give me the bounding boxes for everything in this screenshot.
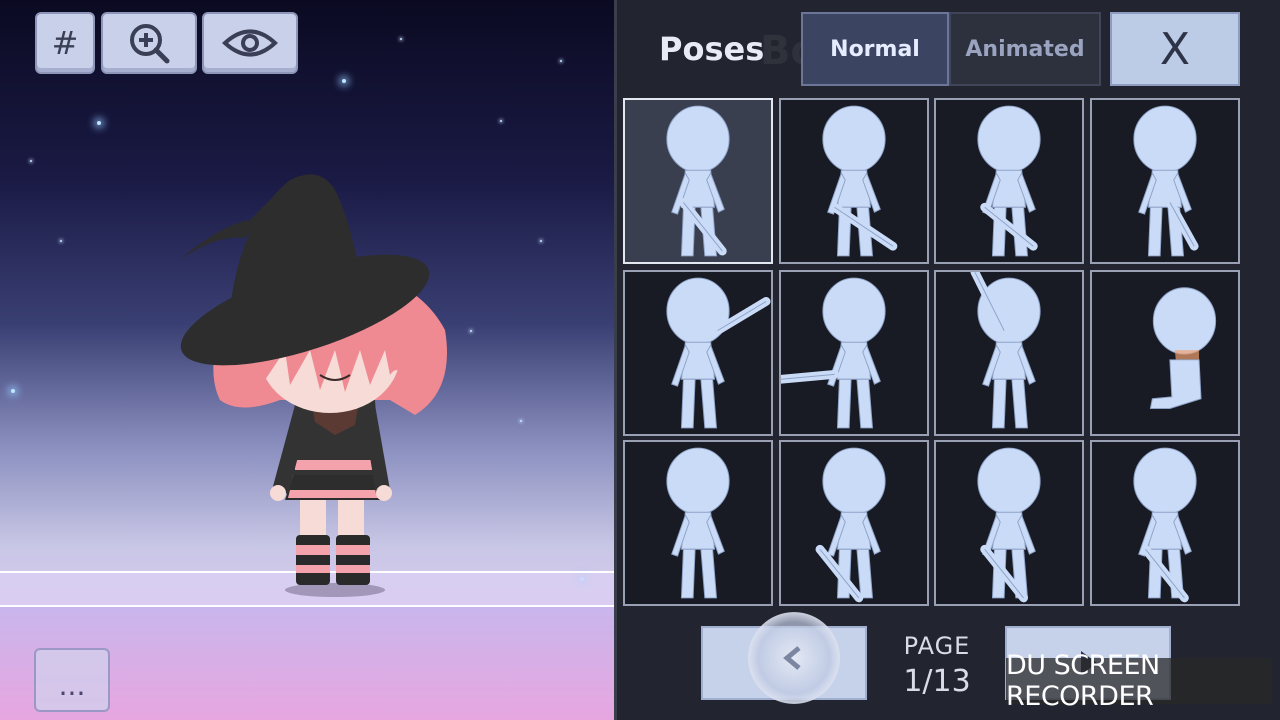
panel-divider: [614, 0, 617, 720]
pose-item[interactable]: [779, 98, 929, 264]
pose-item[interactable]: [623, 98, 773, 264]
star-icon: [540, 240, 542, 242]
more-options-button[interactable]: ...: [34, 648, 110, 712]
zoom-button[interactable]: [101, 12, 197, 74]
close-button[interactable]: X: [1110, 12, 1240, 86]
pose-kneeling-icon: [1149, 287, 1217, 409]
chevron-left-icon: [783, 646, 801, 670]
tab-animated[interactable]: Animated: [949, 12, 1101, 86]
pose-sword-crossed-icon: [977, 105, 1041, 257]
page-label: PAGE: [903, 632, 971, 660]
character-avatar[interactable]: [160, 160, 460, 600]
eye-icon: [222, 29, 278, 57]
panel-title: Poses: [659, 30, 765, 68]
star-icon: [60, 240, 62, 242]
pose-standing-sword-down-icon: [666, 105, 730, 257]
pose-item[interactable]: [623, 270, 773, 436]
pose-item[interactable]: [779, 440, 929, 606]
pose-walking-sword-icon: [1133, 105, 1199, 257]
pose-item[interactable]: [779, 270, 929, 436]
pose-sword-overhead-icon: [970, 272, 1041, 429]
pose-hands-on-hips-icon: [666, 447, 730, 599]
pose-item[interactable]: [1090, 98, 1240, 264]
hash-icon: #: [51, 24, 79, 62]
pose-sword-stride-icon: [1133, 447, 1197, 603]
pose-item[interactable]: [1090, 440, 1240, 606]
star-icon: [470, 330, 472, 332]
tab-normal[interactable]: Normal: [801, 12, 949, 86]
star-icon: [30, 160, 32, 162]
pose-sword-wave-icon: [815, 447, 886, 603]
star-icon: [97, 121, 101, 125]
pose-item[interactable]: [934, 270, 1084, 436]
pose-item[interactable]: [934, 440, 1084, 606]
star-icon: [400, 38, 402, 40]
star-icon: [560, 60, 562, 62]
pose-sword-low-icon: [822, 105, 898, 257]
touch-indicator: [748, 612, 840, 704]
star-icon: [500, 120, 502, 122]
pose-sword-raised-icon: [666, 277, 771, 429]
grid-toggle-button[interactable]: #: [35, 12, 95, 74]
star-icon: [342, 79, 346, 83]
visibility-button[interactable]: [202, 12, 298, 74]
more-label: ...: [58, 669, 86, 702]
page-number: 1/13: [903, 664, 971, 699]
pose-item[interactable]: [1090, 270, 1240, 436]
pose-item[interactable]: [934, 98, 1084, 264]
pose-sword-thrust-icon: [781, 277, 886, 429]
character-scene: # ...: [0, 0, 616, 720]
star-icon: [520, 420, 522, 422]
pose-item[interactable]: [623, 440, 773, 606]
pose-sword-swing-icon: [977, 447, 1041, 603]
pose-grid: [623, 98, 1243, 608]
zoom-in-icon: [130, 24, 170, 64]
close-icon: X: [1159, 23, 1191, 75]
star-icon: [11, 389, 15, 393]
recorder-watermark: DU SCREEN RECORDER: [1006, 650, 1272, 712]
